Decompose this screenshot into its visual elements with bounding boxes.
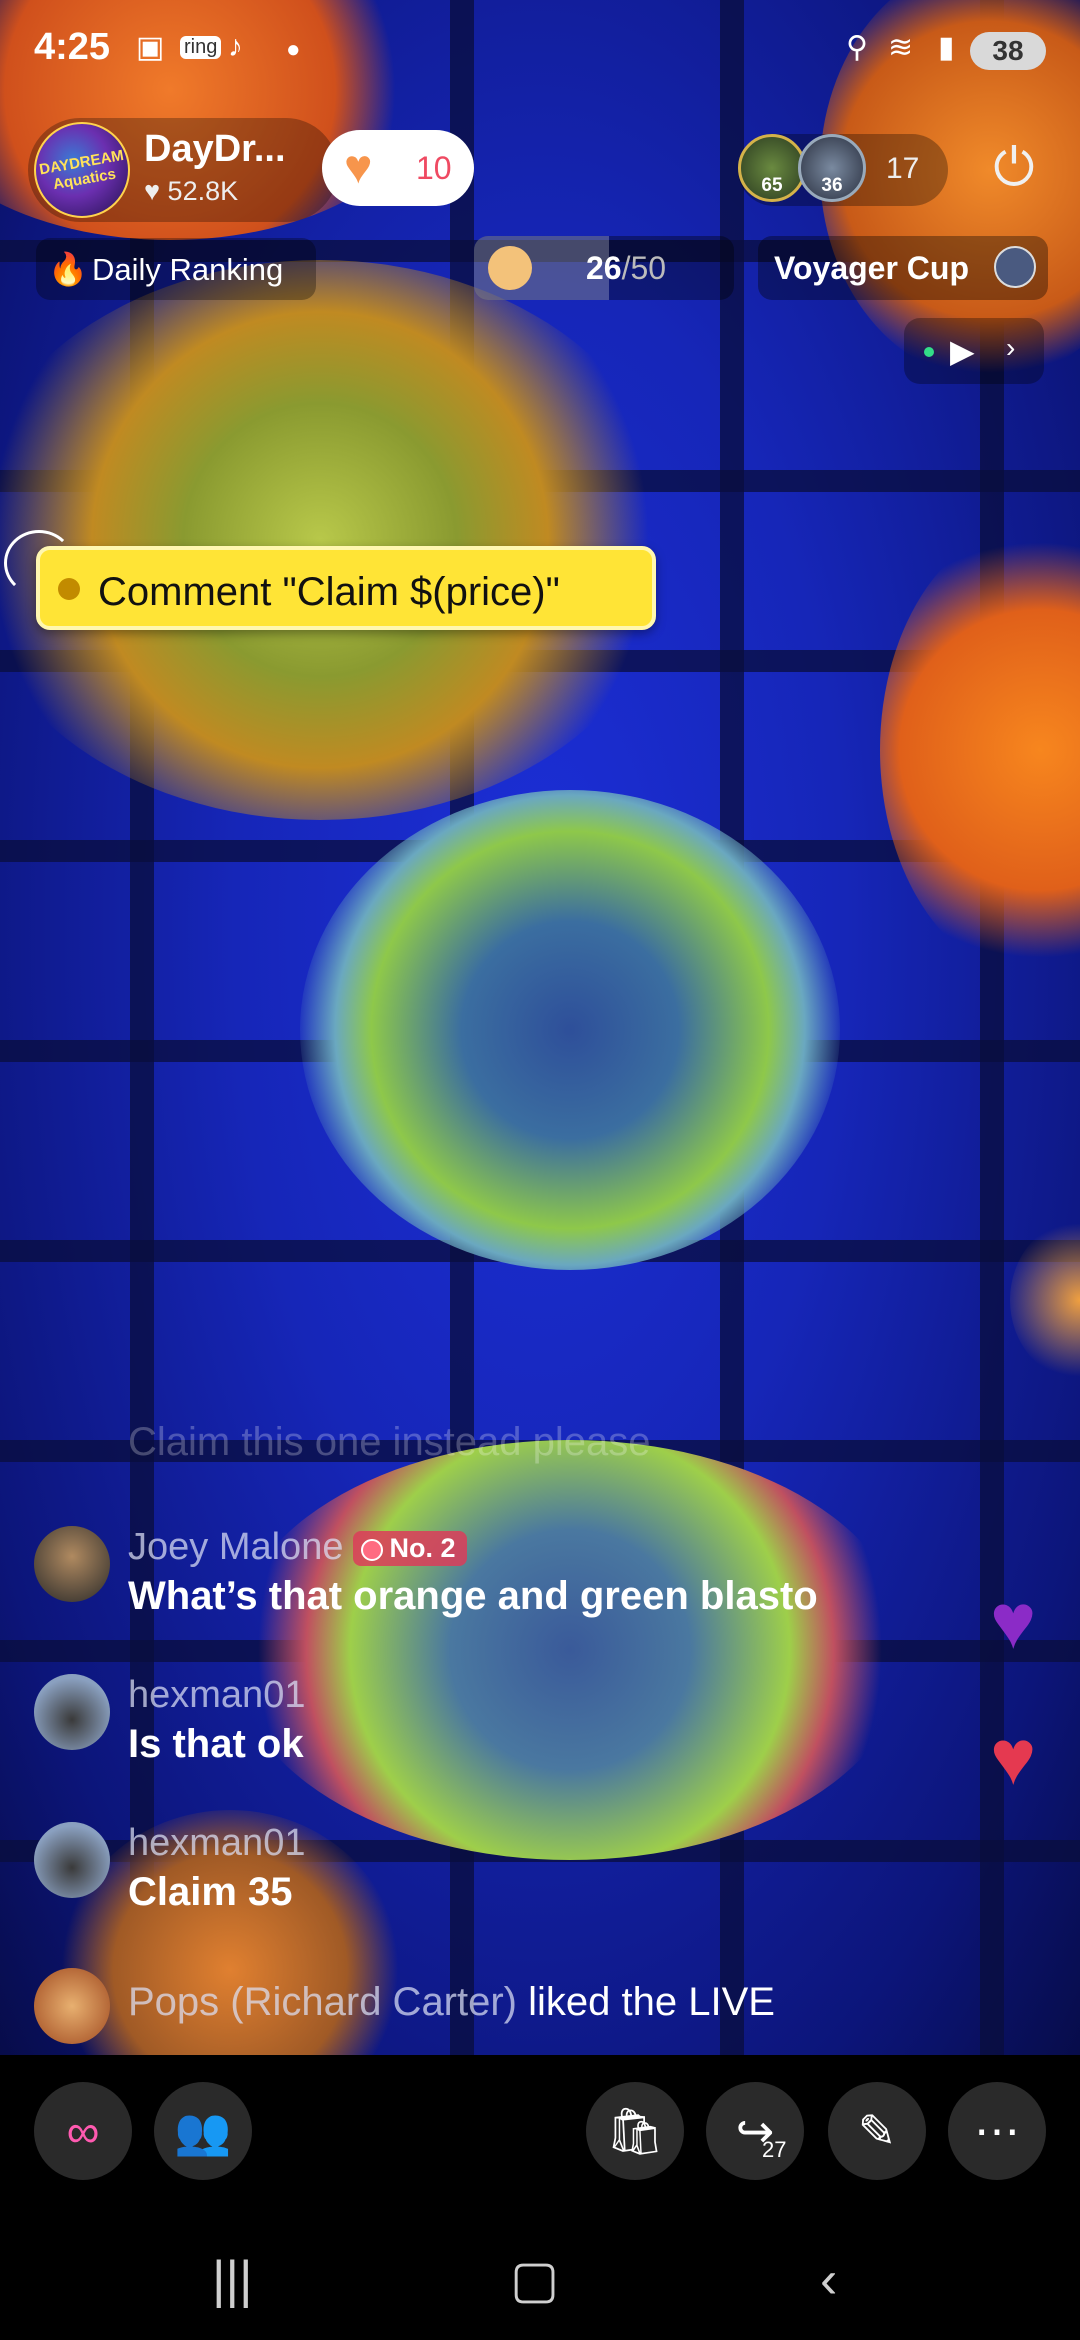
commenter-avatar[interactable] bbox=[34, 1526, 110, 1602]
viewer-avatar[interactable]: 36 bbox=[798, 134, 866, 202]
host-likes: ♥ 52.8K bbox=[144, 176, 239, 206]
back-icon[interactable]: ‹ bbox=[820, 2250, 837, 2310]
daily-ranking-label: Daily Ranking bbox=[92, 252, 284, 287]
comment-message: Is that ok bbox=[128, 1722, 304, 1766]
screenshot-icon: ▣ bbox=[136, 31, 165, 64]
floating-heart-icon: ♥ bbox=[990, 1577, 1037, 1665]
voyager-cup-label: Voyager Cup bbox=[774, 250, 969, 286]
heart-icon: ♥ bbox=[144, 176, 161, 206]
collab-icon[interactable]: ∞ bbox=[34, 2082, 132, 2180]
floating-heart-icon: ♥ bbox=[990, 1713, 1037, 1801]
commenter-avatar[interactable] bbox=[34, 1674, 110, 1750]
power-icon[interactable]: ⏻ bbox=[986, 140, 1042, 196]
media-controls[interactable]: ▶ › bbox=[904, 318, 1044, 384]
more-icon[interactable]: ⋯ bbox=[948, 2082, 1046, 2180]
host-avatar[interactable]: DAYDREAM Aquatics bbox=[34, 122, 130, 218]
activity-avatar[interactable] bbox=[34, 1968, 110, 2044]
host-name: DayDr... bbox=[144, 128, 286, 170]
magic-wand-icon[interactable]: ✎ bbox=[828, 2082, 926, 2180]
goal-progress-value: 26/50 bbox=[586, 250, 667, 286]
activity-item: Pops (Richard Carter) liked the LIVE bbox=[34, 1968, 1034, 2044]
status-bar: 4:25 ▣ ring ♪ ● ⚲ ≋ ▮ 38 bbox=[0, 0, 1080, 100]
notification-dot-icon: ● bbox=[286, 36, 301, 63]
claim-tag-text: Comment "Claim $(price)" bbox=[98, 570, 560, 614]
goal-progress[interactable]: 26/50 bbox=[474, 236, 734, 300]
medal-icon bbox=[361, 1539, 384, 1562]
faded-comment: Claim this one instead please bbox=[128, 1420, 651, 1464]
shopping-bag-icon[interactable]: 🛍 bbox=[586, 2082, 684, 2180]
system-navigation-bar: ||| ▢ ‹ bbox=[0, 2210, 1080, 2340]
home-icon[interactable]: ▢ bbox=[510, 2250, 559, 2310]
tiktok-icon: ♪ bbox=[228, 30, 243, 63]
comment-item[interactable]: hexman01 Claim 35 bbox=[34, 1822, 934, 1922]
voyager-cup-button[interactable]: Voyager Cup bbox=[758, 236, 1048, 300]
ring-app-icon: ring bbox=[180, 36, 222, 59]
commenter-avatar[interactable] bbox=[34, 1822, 110, 1898]
comment-item[interactable]: hexman01 Is that ok bbox=[34, 1674, 934, 1774]
comment-user[interactable]: hexman01 bbox=[128, 1822, 305, 1865]
top-viewers[interactable]: 65 36 17 bbox=[738, 134, 948, 206]
signal-icon: ▮ bbox=[938, 31, 955, 64]
viewer-avatar[interactable]: 65 bbox=[738, 134, 806, 202]
tag-hole-icon bbox=[58, 578, 80, 600]
like-count: 10 bbox=[416, 150, 452, 186]
heart-icon: ♥ bbox=[344, 141, 373, 194]
comment-user[interactable]: hexman01 bbox=[128, 1674, 305, 1717]
wifi-icon: ≋ bbox=[888, 31, 914, 64]
claim-price-tag[interactable]: Comment "Claim $(price)" bbox=[36, 546, 656, 630]
clock: 4:25 bbox=[34, 26, 111, 68]
comment-message: Claim 35 bbox=[128, 1870, 293, 1914]
cat-icon bbox=[488, 246, 532, 290]
live-dot-icon bbox=[924, 347, 934, 357]
comment-message: What’s that orange and green blasto bbox=[128, 1574, 818, 1618]
daily-ranking-button[interactable]: 🔥 Daily Ranking bbox=[36, 238, 316, 300]
like-counter-button[interactable]: ♥ 10 bbox=[322, 130, 474, 206]
comment-user[interactable]: Joey Malone No. 2 bbox=[128, 1526, 468, 1569]
rank-badge: No. 2 bbox=[353, 1531, 468, 1567]
viewer-count: 17 bbox=[886, 152, 920, 185]
compass-icon bbox=[994, 246, 1036, 288]
share-button[interactable]: ↪ 27 bbox=[706, 2082, 804, 2180]
recent-apps-icon[interactable]: ||| bbox=[212, 2250, 253, 2310]
video-play-icon[interactable]: ▶ bbox=[950, 332, 975, 370]
share-count: 27 bbox=[762, 2137, 787, 2162]
group-icon[interactable]: 👥 bbox=[154, 2082, 252, 2180]
bottom-action-bar: ∞ 👥 🛍 ↪ 27 ✎ ⋯ bbox=[0, 2055, 1080, 2210]
host-profile[interactable]: DAYDREAM Aquatics DayDr... ♥ 52.8K bbox=[28, 118, 338, 222]
chevron-right-icon[interactable]: › bbox=[1006, 332, 1015, 364]
fire-icon: 🔥 bbox=[48, 251, 88, 287]
battery-indicator: 38 bbox=[970, 32, 1046, 70]
activity-user[interactable]: Pops (Richard Carter) bbox=[128, 1980, 517, 2024]
comment-item[interactable]: Joey Malone No. 2 What’s that orange and … bbox=[34, 1526, 934, 1626]
activity-action: liked the LIVE bbox=[528, 1980, 775, 2024]
location-icon: ⚲ bbox=[846, 31, 868, 64]
